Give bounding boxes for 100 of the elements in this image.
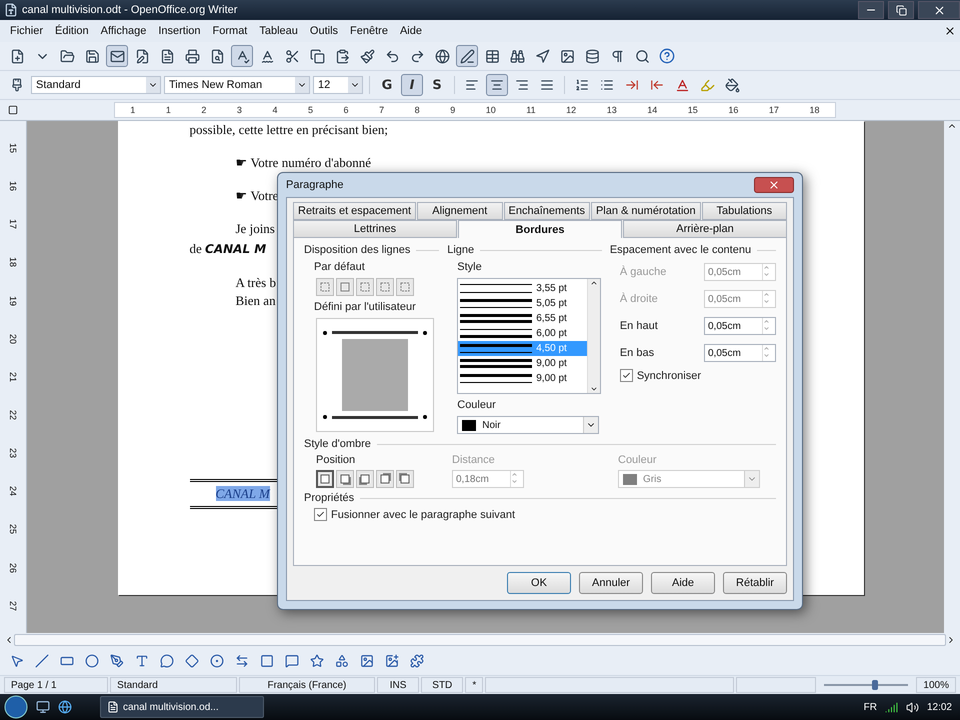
list-item[interactable]: 6,00 pt bbox=[458, 326, 588, 341]
close-button[interactable] bbox=[918, 1, 960, 19]
ruler-number: 6 bbox=[344, 105, 349, 115]
insert-mode: INS bbox=[377, 677, 420, 693]
mail-button[interactable] bbox=[106, 45, 128, 67]
mail-icon bbox=[110, 48, 124, 64]
font-style-button[interactable]: G bbox=[376, 74, 398, 96]
font-name-combo[interactable]: Times New Roman bbox=[164, 76, 310, 94]
start-orb-icon[interactable] bbox=[4, 695, 28, 719]
close-document-icon[interactable] bbox=[944, 25, 956, 37]
language-indicator[interactable]: FR bbox=[864, 702, 877, 712]
border-preset-button[interactable] bbox=[356, 278, 374, 296]
taskbar-button[interactable]: canal multivision.od... bbox=[100, 696, 264, 718]
shadow-position-icon bbox=[379, 473, 391, 485]
list-item[interactable]: 9,00 pt bbox=[458, 371, 588, 386]
navigator-icon bbox=[534, 48, 550, 64]
page-style: Standard bbox=[110, 677, 237, 693]
checkmark-icon bbox=[622, 371, 631, 380]
menu-item[interactable]: Format bbox=[206, 25, 254, 37]
pdf-icon bbox=[160, 48, 174, 64]
color-dropdown[interactable]: Noir bbox=[457, 416, 600, 434]
brush-icon bbox=[360, 48, 374, 64]
font-color-icon bbox=[674, 78, 690, 92]
autospell-icon bbox=[260, 48, 274, 64]
dialog-button[interactable]: OK bbox=[507, 572, 571, 594]
tab[interactable]: Bordures bbox=[458, 220, 622, 238]
checkbox[interactable] bbox=[620, 369, 633, 382]
paste-icon bbox=[334, 48, 350, 64]
tab[interactable]: Enchaînements bbox=[504, 202, 590, 220]
group-title: Espacement avec le contenu bbox=[610, 244, 752, 256]
tab[interactable]: Arrière-plan bbox=[623, 220, 787, 238]
dialog-button[interactable]: Rétablir bbox=[723, 572, 787, 594]
network-icon[interactable] bbox=[884, 700, 898, 714]
close-icon bbox=[932, 4, 946, 16]
globe-icon bbox=[434, 48, 450, 64]
volume-icon[interactable] bbox=[906, 700, 919, 714]
list-item[interactable]: 9,00 pt bbox=[458, 356, 588, 371]
checkbox[interactable] bbox=[314, 508, 327, 521]
horizontal-scrollbar[interactable] bbox=[0, 633, 960, 647]
justify-icon bbox=[540, 78, 554, 92]
dialog-button[interactable]: Aide bbox=[651, 572, 715, 594]
spin-down-icon bbox=[763, 271, 770, 278]
restore-button[interactable] bbox=[888, 1, 914, 19]
ruler-number: 1 bbox=[130, 105, 136, 115]
spin-field[interactable]: 0,05cm bbox=[704, 344, 776, 362]
shadow-position-icon bbox=[359, 473, 371, 485]
list-item[interactable]: 5,05 pt bbox=[458, 296, 588, 311]
list-item[interactable]: 6,55 pt bbox=[458, 311, 588, 326]
menu-item[interactable]: Tableau bbox=[253, 25, 304, 37]
spin-down-icon bbox=[763, 298, 770, 305]
dialog-button[interactable]: Annuler bbox=[579, 572, 643, 594]
line-style-list[interactable]: 3,55 pt 5,05 pt 6,55 pt 6,00 pt 4,50 pt 9,00 pt 9,00 pt bbox=[457, 278, 602, 394]
document-text: de CANAL M bbox=[190, 240, 266, 258]
scroll-down-icon bbox=[590, 385, 598, 393]
scroll-up-icon bbox=[590, 279, 598, 287]
pen-button[interactable] bbox=[456, 45, 478, 67]
tab[interactable]: Alignement bbox=[417, 202, 503, 220]
spin-field[interactable]: 0,05cm bbox=[704, 317, 776, 335]
menu-item[interactable]: Fichier bbox=[4, 25, 50, 37]
ruler-number: 13 bbox=[606, 105, 617, 115]
font-style-button[interactable]: I bbox=[401, 74, 423, 96]
checkbox-label: Fusionner avec le paragraphe suivant bbox=[331, 508, 516, 520]
vertical-ruler[interactable]: 15 16 17 18 19 20 21 22 23 24 25 26 27 bbox=[0, 121, 27, 633]
border-preset-button[interactable] bbox=[336, 278, 354, 296]
tab[interactable]: Retraits et espacement bbox=[293, 202, 416, 220]
field-label: Style bbox=[456, 261, 483, 273]
speech-bubble-icon bbox=[285, 654, 299, 668]
double-arrow-icon bbox=[235, 654, 249, 668]
border-preset-button[interactable] bbox=[376, 278, 394, 296]
ruler-number: 24 bbox=[8, 486, 18, 496]
menu-item[interactable]: Affichage bbox=[94, 25, 152, 37]
document-icon bbox=[107, 701, 119, 713]
modified-indicator: * bbox=[465, 677, 484, 693]
menu-item[interactable]: Insertion bbox=[152, 25, 207, 37]
tab[interactable]: Tabulations bbox=[702, 202, 788, 220]
paragraph-style-combo[interactable]: Standard bbox=[31, 76, 161, 94]
font-style-button[interactable]: S bbox=[426, 74, 448, 96]
menu-item[interactable]: Fenêtre bbox=[344, 25, 394, 37]
spellcheck-button[interactable] bbox=[231, 45, 253, 67]
binoculars-icon bbox=[510, 48, 524, 64]
tab[interactable]: Lettrines bbox=[293, 220, 457, 238]
vertical-scrollbar[interactable] bbox=[944, 121, 960, 633]
field-label: Distance bbox=[452, 454, 496, 466]
font-size-combo[interactable]: 12 bbox=[313, 76, 363, 94]
show-desktop-icon[interactable] bbox=[36, 700, 50, 714]
menu-item[interactable]: Édition bbox=[49, 25, 95, 37]
border-preset-button[interactable] bbox=[316, 278, 334, 296]
ruler-number: 11 bbox=[526, 105, 536, 115]
ruler-number: 19 bbox=[8, 296, 18, 306]
align-center-button[interactable] bbox=[486, 74, 508, 96]
menu-item[interactable]: Aide bbox=[394, 25, 428, 37]
horizontal-ruler[interactable]: 1 1 2 3 4 5 6 7 8 9 10 11 12 13 14 15 16 17 18 bbox=[114, 102, 836, 118]
zoom-thumb[interactable] bbox=[872, 680, 878, 690]
close-button[interactable] bbox=[754, 177, 794, 193]
menu-item[interactable]: Outils bbox=[304, 25, 344, 37]
list-item[interactable]: 3,55 pt bbox=[458, 281, 588, 296]
browser-icon[interactable] bbox=[58, 700, 72, 714]
tab[interactable]: Plan & numérotation bbox=[590, 202, 701, 220]
border-preset-button[interactable] bbox=[396, 278, 414, 296]
tab-stop-icon[interactable] bbox=[8, 105, 18, 115]
